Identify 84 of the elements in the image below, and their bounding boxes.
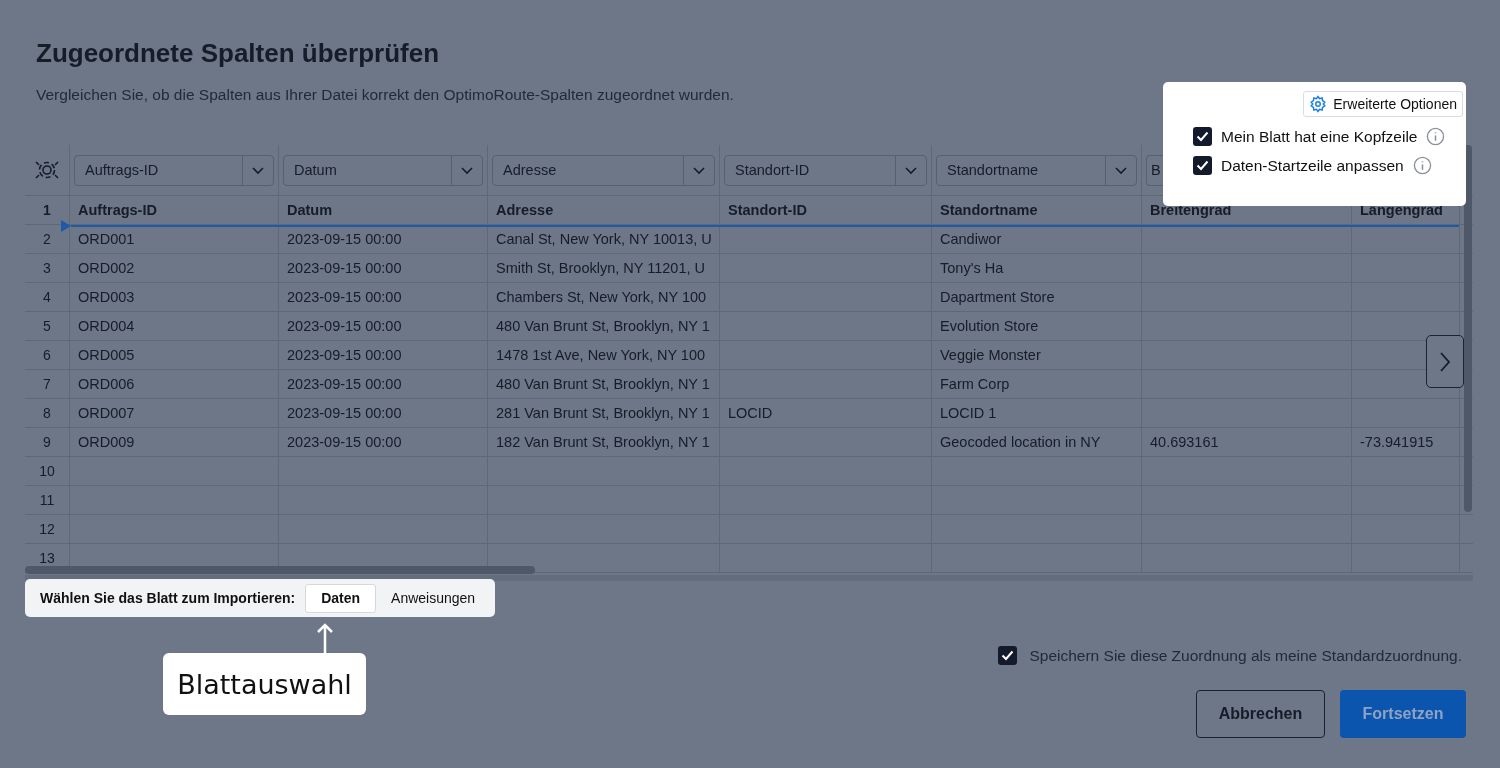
- table-cell: 2023-09-15 00:00: [287, 347, 402, 363]
- table-cell: 2023-09-15 00:00: [287, 434, 402, 450]
- table-cell: -73.941915: [1360, 434, 1434, 450]
- column-header: Auftrags-ID: [78, 202, 157, 218]
- sheet-selector-label: Wählen Sie das Blatt zum Importieren:: [40, 590, 296, 606]
- option-checkbox[interactable]: [1193, 156, 1212, 175]
- row-number: 13: [39, 550, 55, 566]
- row-number: 7: [43, 376, 51, 392]
- table-cell: LOCID: [728, 405, 773, 421]
- column-mapping-select[interactable]: Auftrags-ID: [74, 154, 274, 186]
- sheet-tab[interactable]: Daten: [305, 583, 377, 613]
- table-cell: ORD009: [78, 434, 135, 450]
- table-cell: 2023-09-15 00:00: [287, 231, 402, 247]
- column-header: Datum: [287, 202, 333, 218]
- table-cell: Tony's Ha: [940, 260, 1004, 276]
- dialog-subtitle: Vergleichen Sie, ob die Spalten aus Ihrer Datei korrekt den OptimoRoute-Spalten zugeordnet wurden.: [36, 85, 734, 105]
- table-cell: LOCID 1: [940, 405, 997, 421]
- table-cell: 281 Van Brunt St, Brooklyn, NY 1: [496, 405, 710, 421]
- save-default-label: Speichern Sie diese Zuordnung als meine Standardzuordnung.: [1029, 646, 1462, 665]
- dialog-title: Zugeordnete Spalten überprüfen: [36, 37, 441, 70]
- table-cell: ORD004: [78, 318, 135, 334]
- info-icon[interactable]: [1426, 127, 1446, 146]
- row-number: 11: [39, 492, 55, 508]
- next-columns-button[interactable]: [1426, 335, 1464, 388]
- table-cell: Farm Corp: [940, 376, 1010, 392]
- row-number: 9: [43, 434, 51, 450]
- option-label: Daten-Startzeile anpassen: [1221, 156, 1404, 175]
- column-header: Breitengrad: [1150, 202, 1232, 218]
- row-number: 12: [39, 521, 55, 537]
- row-number: 2: [43, 231, 51, 247]
- horizontal-scrollbar[interactable]: [25, 566, 535, 574]
- table-cell: ORD002: [78, 260, 135, 276]
- vertical-scrollbar[interactable]: [1464, 145, 1472, 512]
- option-label: Mein Blatt hat eine Kopfzeile: [1221, 127, 1418, 146]
- table-cell: Candiwor: [940, 231, 1002, 247]
- row-marker-handle[interactable]: [61, 220, 71, 232]
- cancel-button[interactable]: Abbrechen: [1196, 690, 1325, 738]
- save-default-checkbox[interactable]: [998, 646, 1018, 665]
- column-mapping-select[interactable]: Adresse: [492, 154, 715, 186]
- column-header: Standortname: [940, 202, 1038, 218]
- table-cell: 182 Van Brunt St, Brooklyn, NY 1: [496, 434, 710, 450]
- table-cell: Evolution Store: [940, 318, 1039, 334]
- advanced-options-button[interactable]: Erweiterte Optionen: [1303, 91, 1463, 117]
- table-cell: ORD007: [78, 405, 135, 421]
- table-cell: ORD003: [78, 289, 135, 305]
- continue-button[interactable]: Fortsetzen: [1340, 690, 1466, 738]
- gear-icon: [1309, 95, 1328, 113]
- table-cell: 480 Van Brunt St, Brooklyn, NY 1: [496, 376, 710, 392]
- sheet-tab[interactable]: Anweisungen: [376, 583, 491, 613]
- info-icon[interactable]: [1412, 156, 1432, 175]
- column-header: Standort-ID: [728, 202, 807, 218]
- callout-arrow: [315, 622, 335, 654]
- table-cell: ORD006: [78, 376, 135, 392]
- table-cell: 2023-09-15 00:00: [287, 318, 402, 334]
- table-cell: Veggie Monster: [940, 347, 1041, 363]
- row-number: 6: [43, 347, 51, 363]
- table-cell: 2023-09-15 00:00: [287, 405, 402, 421]
- row-number: 3: [43, 260, 51, 276]
- table-cell: 2023-09-15 00:00: [287, 376, 402, 392]
- callout-label: Blattauswahl: [163, 653, 366, 715]
- table-cell: 40.693161: [1150, 434, 1219, 450]
- option-checkbox[interactable]: [1193, 127, 1212, 146]
- table-cell: 2023-09-15 00:00: [287, 260, 402, 276]
- row-number: 8: [43, 405, 51, 421]
- row-number: 4: [43, 289, 51, 305]
- column-header: Längengrad: [1360, 202, 1443, 218]
- row-number: 1: [43, 202, 51, 218]
- table-cell: ORD005: [78, 347, 135, 363]
- column-header: Adresse: [496, 202, 554, 218]
- table-cell: 2023-09-15 00:00: [287, 289, 402, 305]
- table-cell: ORD001: [78, 231, 135, 247]
- table-cell: Chambers St, New York, NY 100: [496, 289, 707, 305]
- table-cell: Geocoded location in NY: [940, 434, 1101, 450]
- table-cell: Canal St, New York, NY 10013, U: [496, 231, 712, 247]
- chevron-right-icon: [1439, 350, 1451, 373]
- table-cell: 480 Van Brunt St, Brooklyn, NY 1: [496, 318, 710, 334]
- column-mapping-select[interactable]: Standortname: [936, 154, 1137, 186]
- column-mapping-select[interactable]: Standort-ID: [724, 154, 927, 186]
- row-number: 10: [39, 463, 55, 479]
- table-cell: 1478 1st Ave, New York, NY 100: [496, 347, 706, 363]
- column-mapping-select[interactable]: Datum: [283, 154, 483, 186]
- row-number: 5: [43, 318, 51, 334]
- table-cell: Smith St, Brooklyn, NY 11201, U: [496, 260, 705, 276]
- table-cell: Dapartment Store: [940, 289, 1055, 305]
